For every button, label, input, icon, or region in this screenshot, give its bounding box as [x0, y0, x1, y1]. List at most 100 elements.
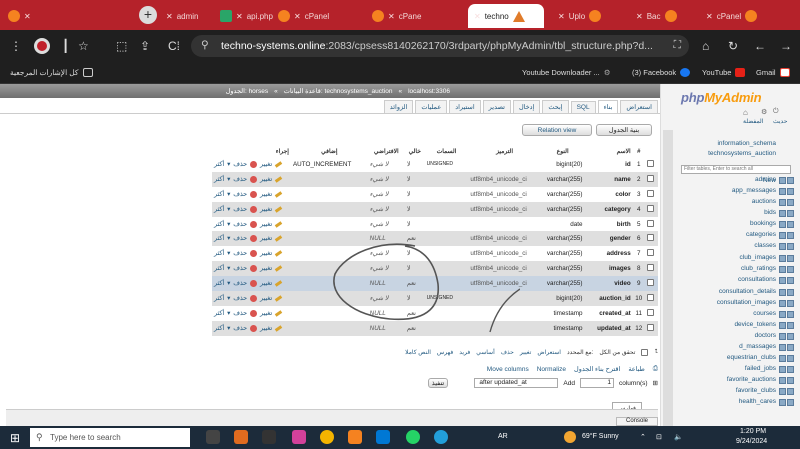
sidebar-item[interactable]: failed_jobs	[745, 365, 776, 372]
table-icon[interactable]	[779, 221, 797, 229]
clock-time[interactable]: 1:20 PM	[740, 428, 766, 435]
more-dropdown-icon[interactable]: ▾	[227, 235, 230, 242]
more-button[interactable]: أكثر	[214, 265, 224, 272]
table-icon[interactable]	[779, 333, 797, 341]
tab-search[interactable]: إبحث	[542, 100, 569, 113]
clock-date[interactable]: 9/24/2024	[736, 438, 767, 445]
tab-2[interactable]: ✕ api.php	[214, 4, 273, 28]
figma-icon[interactable]	[262, 430, 276, 444]
drop-button[interactable]: حذف	[233, 265, 247, 272]
tab-export[interactable]: تصدير	[482, 100, 511, 113]
go-button[interactable]: تنفيذ	[428, 378, 448, 388]
drop-button[interactable]: حذف	[233, 295, 247, 302]
bookmark-star-icon[interactable]: ☆	[78, 39, 89, 53]
more-dropdown-icon[interactable]: ▾	[227, 295, 230, 302]
close-icon[interactable]: ✕	[474, 12, 481, 21]
change-button[interactable]: تغيير	[260, 295, 272, 302]
site-info-icon[interactable]: ⚲	[201, 39, 209, 51]
more-button[interactable]: أكثر	[214, 250, 224, 257]
more-button[interactable]: أكثر	[214, 280, 224, 287]
sidebar-item[interactable]: information_schema	[717, 140, 776, 147]
change-button[interactable]: تغيير	[260, 176, 272, 183]
tab-8[interactable]: ✕ cPanel	[700, 4, 758, 28]
change-button[interactable]: تغيير	[260, 310, 272, 317]
forward-icon[interactable]: ←	[754, 39, 766, 53]
add-after-select[interactable]: after updated_at	[474, 378, 559, 388]
menu-icon[interactable]: ⋮	[10, 39, 22, 53]
print-link[interactable]: طباعة	[628, 365, 644, 373]
drop-button[interactable]: حذف	[233, 206, 247, 213]
row-checkbox[interactable]	[646, 204, 654, 212]
close-icon[interactable]: ✕	[236, 12, 243, 21]
drop-button[interactable]: حذف	[233, 325, 247, 332]
sidebar-item[interactable]: consultation_details	[719, 288, 776, 295]
bookmark-gmail[interactable]: Gmail	[756, 68, 790, 77]
sidebar-item[interactable]: admins	[755, 176, 776, 183]
tab-triggers[interactable]: الزوائد	[383, 100, 414, 113]
more-dropdown-icon[interactable]: ▾	[227, 265, 230, 272]
more-dropdown-icon[interactable]: ▾	[227, 325, 230, 332]
table-structure-button[interactable]: بنية الجدول	[596, 124, 652, 136]
more-button[interactable]: أكثر	[214, 221, 224, 228]
more-button[interactable]: أكثر	[214, 295, 224, 302]
console-toggle[interactable]: Console	[616, 417, 658, 426]
tab-operations[interactable]: عمليات	[415, 100, 448, 113]
sidebar-item[interactable]: club_ratings	[741, 265, 776, 272]
more-button[interactable]: أكثر	[214, 176, 224, 183]
telegram-icon[interactable]	[434, 430, 448, 444]
change-button[interactable]: تغيير	[260, 250, 272, 257]
close-icon[interactable]: ✕	[558, 12, 565, 21]
close-icon[interactable]: ✕	[706, 12, 713, 21]
more-dropdown-icon[interactable]: ▾	[227, 221, 230, 228]
table-row[interactable]: أكثر ▾ حذف تغيير AUTO_INCREMENT لا شيء لا UNSIG…	[212, 157, 658, 172]
normalize-link[interactable]: Normalize	[537, 366, 566, 373]
breadcrumb-server[interactable]: localhost:3306	[408, 88, 450, 95]
sidebar-item[interactable]: consultations	[738, 276, 776, 283]
more-dropdown-icon[interactable]: ▾	[227, 176, 230, 183]
row-checkbox[interactable]	[646, 293, 654, 301]
propose-structure-link[interactable]: اقترح بناء الجدول	[574, 365, 620, 373]
tab-7[interactable]: ✕ Bac	[630, 4, 677, 28]
drop-button[interactable]: حذف	[233, 310, 247, 317]
tab-sql[interactable]: SQL	[570, 101, 596, 113]
change-button[interactable]: تغيير	[260, 325, 272, 332]
table-filter-input[interactable]: Filter tables, Enter to search all	[681, 165, 791, 174]
tab-3[interactable]: ✕ cPanel	[272, 4, 329, 28]
sidebar-item[interactable]: courses	[753, 310, 776, 317]
check-all-label[interactable]: تحقق من الكل	[599, 349, 635, 356]
profile-avatar[interactable]	[34, 38, 50, 54]
change-button[interactable]: تغيير	[260, 235, 272, 242]
sidebar-item[interactable]: technosystems_auction	[708, 150, 776, 157]
change-button[interactable]: تغيير	[260, 221, 272, 228]
change-button[interactable]: تغيير	[260, 265, 272, 272]
sidebar-item[interactable]: equestrian_clubs	[727, 354, 776, 361]
table-row[interactable]: أكثر ▾ حذف تغيير لا شيء لا utf8mb4_unicode_ci v…	[212, 201, 658, 217]
chrome-icon[interactable]	[320, 430, 334, 444]
row-checkbox[interactable]	[646, 323, 654, 331]
network-icon[interactable]: ⊡	[656, 433, 662, 441]
sidebar-item[interactable]: classes	[754, 242, 776, 249]
table-icon[interactable]	[779, 232, 797, 240]
more-dropdown-icon[interactable]: ▾	[227, 280, 230, 287]
change-button[interactable]: تغيير	[260, 206, 272, 213]
sidebar-item[interactable]: favorite_auctions	[727, 376, 776, 383]
more-button[interactable]: أكثر	[214, 325, 224, 332]
more-dropdown-icon[interactable]: ▾	[227, 250, 230, 257]
more-dropdown-icon[interactable]: ▾	[227, 191, 230, 198]
row-checkbox[interactable]	[646, 159, 654, 167]
sidebar-item[interactable]: categories	[746, 231, 776, 238]
tab-1[interactable]: ✕ admin	[160, 4, 199, 28]
sidebar-item[interactable]: device_tokens	[734, 321, 776, 328]
row-checkbox[interactable]	[646, 308, 654, 316]
task-view-icon[interactable]	[206, 430, 220, 444]
more-button[interactable]: أكثر	[214, 191, 224, 198]
sidebar-item[interactable]: auctions	[752, 198, 776, 205]
volume-icon[interactable]: 🔈	[674, 433, 683, 441]
phpstorm-icon[interactable]	[292, 430, 306, 444]
table-icon[interactable]	[779, 344, 797, 352]
breadcrumb-db[interactable]: قاعدة البيانات: technosystems_auction	[284, 87, 393, 95]
url-input[interactable]: ☆ ⚲ techno-systems.online:2083/cpsess814…	[191, 35, 689, 57]
sidebar-item[interactable]: favorite_clubs	[736, 387, 776, 394]
row-checkbox[interactable]	[646, 219, 654, 227]
drop-button[interactable]: حذف	[233, 235, 247, 242]
